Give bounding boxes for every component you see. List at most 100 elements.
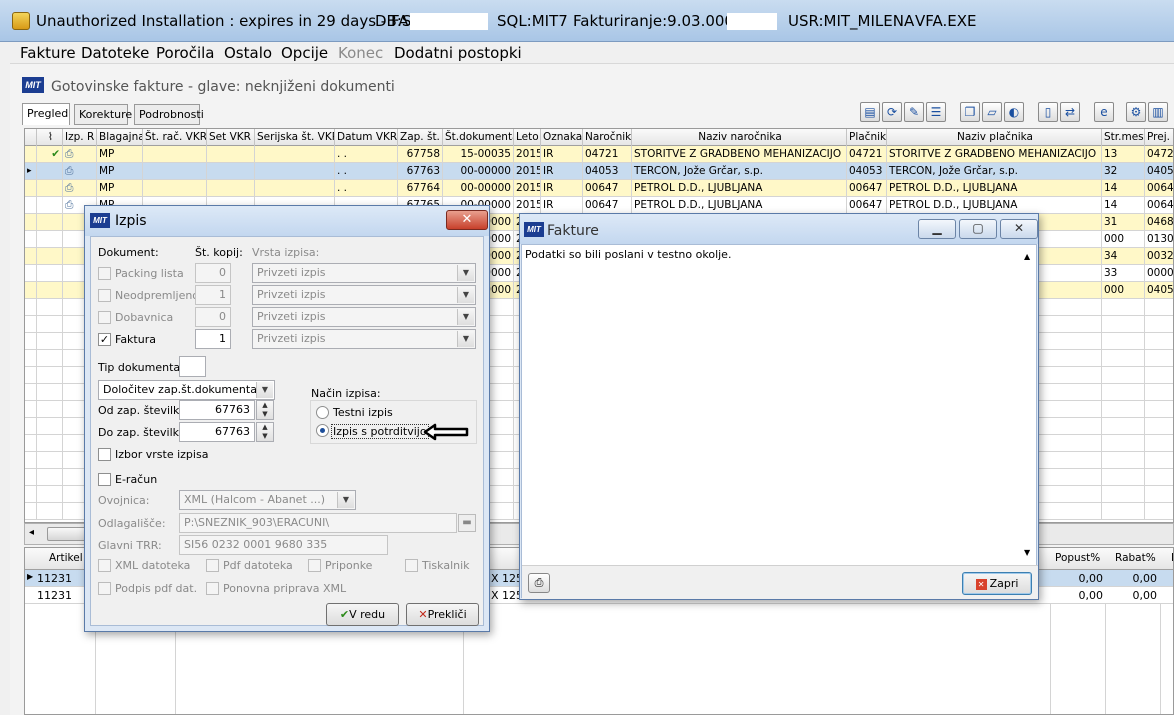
refresh-icon[interactable]: ⟳	[882, 102, 902, 122]
doc-label[interactable]: Packing lista	[115, 267, 184, 280]
close-icon[interactable]: ✕	[1000, 219, 1038, 239]
copies-input[interactable]: 1	[195, 329, 231, 349]
close-button[interactable]: ✕ Zapri	[962, 572, 1032, 595]
doc-checkbox[interactable]	[98, 267, 111, 280]
folder-open-icon[interactable]: ▱	[982, 102, 1002, 122]
eracun-checkbox[interactable]	[98, 473, 111, 486]
scroll-up-icon[interactable]: ▲	[1024, 252, 1030, 261]
doc-checkbox[interactable]	[98, 311, 111, 324]
copy-icon[interactable]: ❐	[960, 102, 980, 122]
menu-porocila[interactable]: Poročila	[156, 44, 214, 62]
col-leto[interactable]: Leto	[514, 129, 541, 146]
chevron-down-icon[interactable]: ▼	[256, 382, 273, 398]
scroll-left-icon[interactable]: ◂	[29, 527, 34, 538]
table-row[interactable]: ✔ ⎙ MP. . 67758 15-00035 2015 IR 04721 STORITVE …	[25, 146, 1173, 163]
document-icon[interactable]: ▤	[860, 102, 880, 122]
tab-korekture[interactable]: Korekture	[74, 104, 132, 125]
label-pdf[interactable]: Pdf datoteka	[223, 559, 293, 572]
menu-fakture[interactable]: Fakture	[20, 44, 76, 62]
col-str-mesto[interactable]: Str.mesto	[1102, 129, 1145, 146]
copies-input[interactable]: 0	[195, 307, 231, 327]
trr-input[interactable]: SI56 0232 0001 9680 335	[179, 535, 388, 555]
radio-potrditev[interactable]	[316, 424, 329, 437]
col-naziv-placnika[interactable]: Naziv plačnika	[887, 129, 1102, 146]
folder-icon[interactable]: ▬	[458, 514, 476, 532]
col-artikel[interactable]: Artikel	[49, 552, 83, 564]
maximize-icon[interactable]: ▢	[959, 219, 997, 239]
filter-icon[interactable]: ▥	[1148, 102, 1168, 122]
od-input[interactable]: 67763	[179, 400, 255, 420]
label-ponovna[interactable]: Ponovna priprava XML	[223, 582, 346, 595]
doc-checkbox[interactable]: ✓	[98, 333, 111, 346]
doc-label[interactable]: Neodpremljeno	[115, 289, 199, 302]
col-rabat[interactable]: Rabat%	[1115, 552, 1156, 564]
col-naziv-narocnika[interactable]: Naziv naročnika	[632, 129, 847, 146]
vertical-scrollbar[interactable]: ▲ ▼	[1021, 246, 1036, 562]
izbor-checkbox[interactable]	[98, 448, 111, 461]
tiskalnik-checkbox[interactable]	[405, 559, 418, 572]
tools-icon[interactable]: ✎	[904, 102, 924, 122]
vrsta-select[interactable]: Privzeti izpis ▼	[252, 307, 476, 327]
settings-icon[interactable]: ⚙	[1126, 102, 1146, 122]
col-serijska[interactable]: Serijska št. VKR	[255, 129, 335, 146]
cleaner-icon[interactable]: ◐	[1004, 102, 1024, 122]
vrsta-select[interactable]: Privzeti izpis ▼	[252, 263, 476, 283]
close-icon[interactable]: ✕	[446, 210, 488, 230]
browser-icon[interactable]: e	[1094, 102, 1114, 122]
col-zap-st[interactable]: Zap. št.	[398, 129, 443, 146]
menu-konec[interactable]: Konec	[338, 44, 383, 62]
col-set-vkr[interactable]: Set VKR	[207, 129, 255, 146]
label-tiskalnik[interactable]: Tiskalnik	[422, 559, 470, 572]
vrsta-select[interactable]: Privzeti izpis ▼	[252, 285, 476, 305]
col-prej[interactable]: Prej.	[1145, 129, 1173, 146]
dolocitev-select[interactable]: Določitev zap.št.dokumenta ▼	[98, 380, 275, 400]
ok-button[interactable]: ✔V redu	[326, 603, 399, 626]
table-row[interactable]: ⎙ MP. . 67764 00-00000 2015 IR 00647 PETROL D.D…	[25, 180, 1173, 197]
tab-podrobnosti[interactable]: Podrobnosti	[134, 104, 204, 125]
xml-checkbox[interactable]	[98, 559, 111, 572]
printer-icon[interactable]: ⎙	[528, 573, 550, 593]
menu-ostalo[interactable]: Ostalo	[224, 44, 272, 62]
col-st-rac-vkr[interactable]: Št. rač. VKR	[143, 129, 207, 146]
col-datum-vkr[interactable]: Datum VKR	[335, 129, 398, 146]
vrsta-select[interactable]: Privzeti izpis ▼	[252, 329, 476, 349]
ovojnica-select[interactable]: XML (Halcom - Abanet ...) ▼	[179, 490, 356, 510]
odlagalisce-input[interactable]: P:\SNEZNIK_903\ERACUNI\	[179, 513, 457, 533]
scroll-down-icon[interactable]: ▼	[1024, 548, 1030, 557]
copies-input[interactable]: 1	[195, 285, 231, 305]
minimize-icon[interactable]: ▁	[918, 219, 956, 239]
tab-pregled[interactable]: Pregled	[22, 103, 70, 125]
export-icon[interactable]: ⇄	[1060, 102, 1080, 122]
col-popust[interactable]: Popust%	[1055, 552, 1100, 564]
menu-dodatni-postopki[interactable]: Dodatni postopki	[394, 44, 522, 62]
label-priponke[interactable]: Priponke	[325, 559, 372, 572]
cancel-button[interactable]: ✕Prekliči	[406, 603, 479, 626]
print-preview-icon[interactable]: ▯	[1038, 102, 1058, 122]
do-spinner[interactable]: ▲ ▼	[256, 422, 274, 442]
pdf-checkbox[interactable]	[206, 559, 219, 572]
chevron-down-icon[interactable]: ▼	[457, 331, 474, 347]
label-izbor[interactable]: Izbor vrste izpisa	[115, 448, 208, 461]
col-blagajna[interactable]: Blagajna	[97, 129, 143, 146]
doc-label[interactable]: Dobavnica	[115, 311, 173, 324]
do-input[interactable]: 67763	[179, 422, 255, 442]
podpis-checkbox[interactable]	[98, 582, 111, 595]
paperclip-icon[interactable]: ⌇	[37, 129, 63, 146]
doc-checkbox[interactable]	[98, 289, 111, 302]
col-izp[interactable]: Izp. R	[63, 129, 97, 146]
tip-input[interactable]	[179, 356, 206, 377]
col-st-dokumenta[interactable]: Št.dokumenta	[443, 129, 514, 146]
col-narocnik[interactable]: Naročnik	[583, 129, 632, 146]
table-row[interactable]: ▸ ⎙ MP. . 67763 00-00000 2015 IR 04053 TERCON, J…	[25, 163, 1173, 180]
menu-datoteke[interactable]: Datoteke	[81, 44, 149, 62]
label-potrditev[interactable]: Izpis s potrditvijo	[331, 424, 429, 439]
label-xml[interactable]: XML datoteka	[115, 559, 190, 572]
col-oznaka[interactable]: Oznaka	[541, 129, 583, 146]
od-spinner[interactable]: ▲ ▼	[256, 400, 274, 420]
menu-opcije[interactable]: Opcije	[281, 44, 328, 62]
ponovna-checkbox[interactable]	[206, 582, 219, 595]
scroll-thumb[interactable]	[47, 527, 87, 541]
list-icon[interactable]: ☰	[926, 102, 946, 122]
label-eracun[interactable]: E-račun	[115, 473, 157, 486]
label-testni[interactable]: Testni izpis	[333, 406, 393, 419]
